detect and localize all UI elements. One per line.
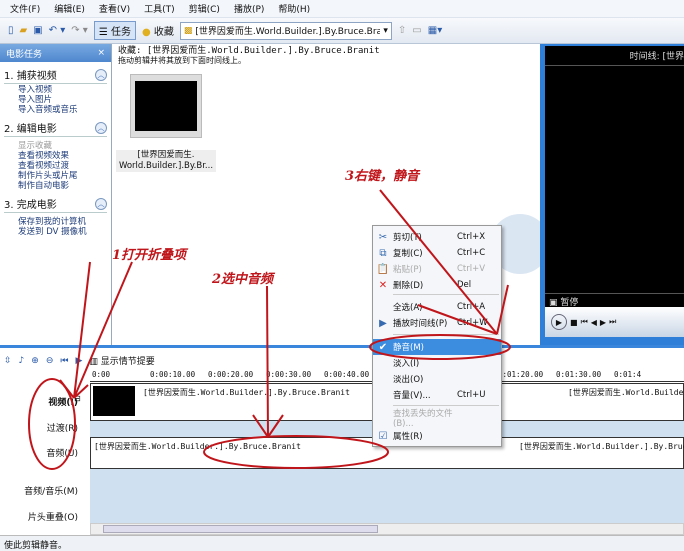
annotation-arrow-3 xyxy=(379,189,509,335)
annotation-step1: 1打开折叠项 xyxy=(112,248,187,263)
annotation-step2: 2选中音频 xyxy=(212,272,274,287)
annotation-ellipse-tracks xyxy=(28,378,76,470)
annotation-ellipse-audio xyxy=(203,435,389,469)
annotation-ellipse-mute xyxy=(369,334,511,360)
annotation-step3: 3右键，静音 xyxy=(345,169,420,184)
annotation-overlay xyxy=(28,189,511,470)
annotation-arrow-2 xyxy=(252,285,284,438)
annotation-arrow-1 xyxy=(59,261,133,399)
